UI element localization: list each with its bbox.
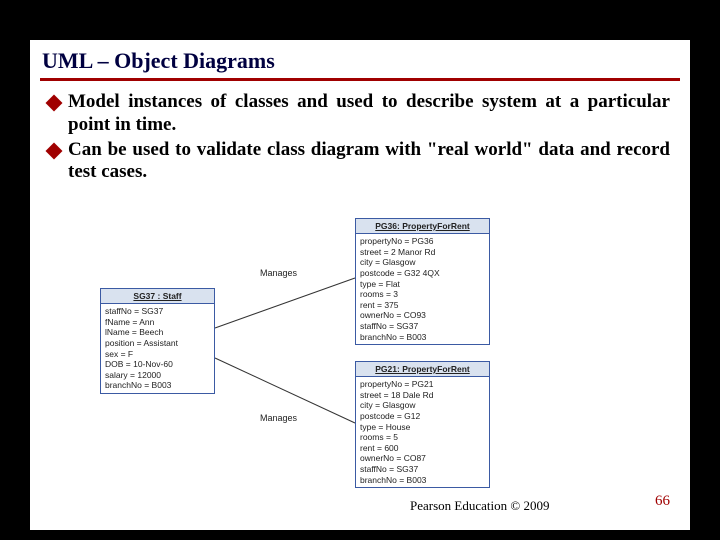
- object-header: SG37 : Staff: [101, 289, 214, 304]
- object-pg36: PG36: PropertyForRent propertyNo = PG36 …: [355, 218, 490, 345]
- object-header: PG36: PropertyForRent: [356, 219, 489, 234]
- attr: city = Glasgow: [360, 257, 485, 268]
- attr: staffNo = SG37: [360, 464, 485, 475]
- attr: ownerNo = CO87: [360, 453, 485, 464]
- object-body: propertyNo = PG21 street = 18 Dale Rd ci…: [356, 377, 489, 487]
- bullet-icon: [46, 95, 63, 112]
- attr: postcode = G12: [360, 411, 485, 422]
- attr: staffNo = SG37: [360, 321, 485, 332]
- attr: type = Flat: [360, 279, 485, 290]
- link-label: Manages: [260, 268, 297, 278]
- link-label: Manages: [260, 413, 297, 423]
- attr: rooms = 5: [360, 432, 485, 443]
- attr: street = 18 Dale Rd: [360, 390, 485, 401]
- attr: branchNo = B003: [105, 380, 210, 391]
- object-diagram: Manages Manages SG37 : Staff staffNo = S…: [100, 218, 520, 518]
- attr: position = Assistant: [105, 338, 210, 349]
- attr: branchNo = B003: [360, 475, 485, 486]
- page-number: 66: [655, 493, 670, 510]
- attr: DOB = 10-Nov-60: [105, 359, 210, 370]
- bullet-icon: [46, 142, 63, 159]
- attr: postcode = G32 4QX: [360, 268, 485, 279]
- attr: fName = Ann: [105, 317, 210, 328]
- bullet-text: Model instances of classes and used to d…: [68, 91, 670, 137]
- bullet-item: Can be used to validate class diagram wi…: [48, 139, 670, 185]
- bullet-text: Can be used to validate class diagram wi…: [68, 139, 670, 185]
- slide: UML – Object Diagrams Model instances of…: [30, 40, 690, 530]
- object-staff: SG37 : Staff staffNo = SG37 fName = Ann …: [100, 288, 215, 394]
- attr: branchNo = B003: [360, 332, 485, 343]
- attr: rent = 375: [360, 300, 485, 311]
- attr: propertyNo = PG36: [360, 236, 485, 247]
- title-underline: [40, 78, 680, 81]
- attr: type = House: [360, 422, 485, 433]
- attr: lName = Beech: [105, 327, 210, 338]
- attr: sex = F: [105, 349, 210, 360]
- object-header: PG21: PropertyForRent: [356, 362, 489, 377]
- attr: propertyNo = PG21: [360, 379, 485, 390]
- attr: rent = 600: [360, 443, 485, 454]
- object-body: propertyNo = PG36 street = 2 Manor Rd ci…: [356, 234, 489, 344]
- object-pg21: PG21: PropertyForRent propertyNo = PG21 …: [355, 361, 490, 488]
- copyright: Pearson Education © 2009: [410, 498, 550, 514]
- object-body: staffNo = SG37 fName = Ann lName = Beech…: [101, 304, 214, 393]
- bullet-list: Model instances of classes and used to d…: [30, 91, 690, 184]
- slide-title: UML – Object Diagrams: [30, 40, 690, 78]
- attr: rooms = 3: [360, 289, 485, 300]
- attr: ownerNo = CO93: [360, 310, 485, 321]
- bullet-item: Model instances of classes and used to d…: [48, 91, 670, 137]
- attr: staffNo = SG37: [105, 306, 210, 317]
- attr: street = 2 Manor Rd: [360, 247, 485, 258]
- attr: city = Glasgow: [360, 400, 485, 411]
- attr: salary = 12000: [105, 370, 210, 381]
